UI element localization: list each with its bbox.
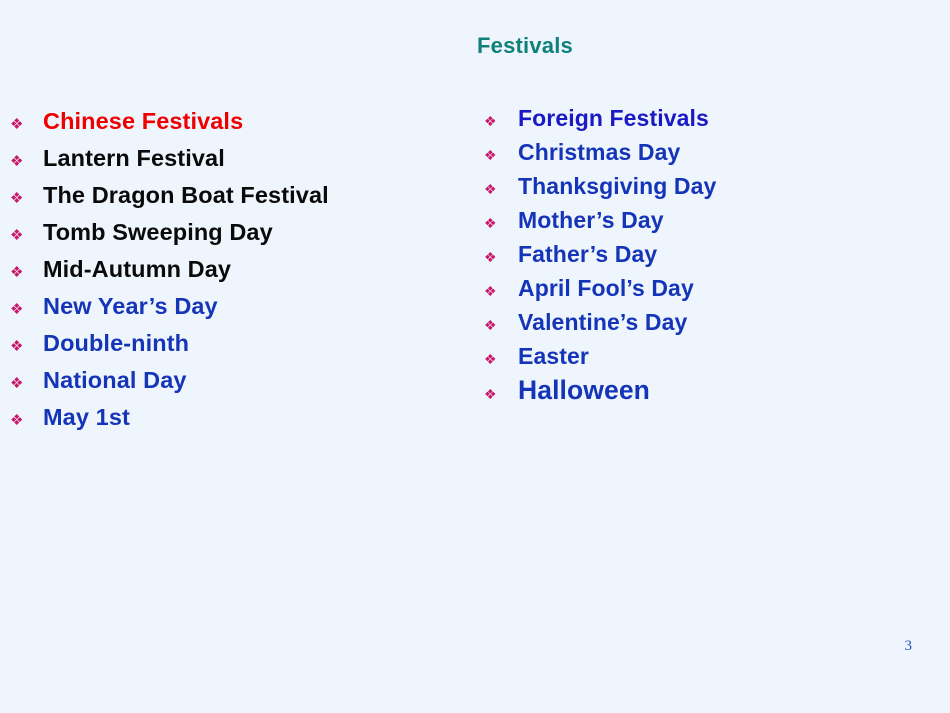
list-item-label: Chinese Festivals [43,108,244,134]
list-item-label: Mother’s Day [518,207,664,233]
diamond-bullet-icon: ❖ [10,375,24,392]
list-item-label: Foreign Festivals [518,105,709,131]
list-item: ❖ Foreign Festivals [484,105,924,139]
diamond-bullet-icon: ❖ [10,153,24,170]
list-item: ❖ Mother’s Day [484,207,924,241]
list-item-label: April Fool’s Day [518,275,694,301]
list-item: ❖ Father’s Day [484,241,924,275]
diamond-bullet-icon: ❖ [10,264,24,281]
list-item: ❖ May 1st [10,404,460,441]
list-item-label: Halloween [518,375,650,405]
list-item-label: Lantern Festival [43,145,225,171]
list-item: ❖ April Fool’s Day [484,275,924,309]
list-item-label: May 1st [43,404,130,430]
chinese-festivals-list: ❖ Chinese Festivals ❖ Lantern Festival ❖ The … [10,108,460,441]
list-item: ❖ New Year’s Day [10,293,460,330]
list-item: ❖ Easter [484,343,924,377]
list-item: ❖ Tomb Sweeping Day [10,219,460,256]
list-item: ❖ Valentine’s Day [484,309,924,343]
list-item-label: Christmas Day [518,139,681,165]
list-item: ❖ National Day [10,367,460,404]
diamond-bullet-icon: ❖ [484,147,497,163]
diamond-bullet-icon: ❖ [484,317,497,333]
list-item: ❖ Double-ninth [10,330,460,367]
diamond-bullet-icon: ❖ [10,116,24,133]
diamond-bullet-icon: ❖ [10,338,24,355]
list-item-label: Mid-Autumn Day [43,256,232,282]
diamond-bullet-icon: ❖ [484,181,497,197]
diamond-bullet-icon: ❖ [484,283,497,299]
list-item-label: The Dragon Boat Festival [43,182,329,208]
list-item: ❖ Lantern Festival [10,145,460,182]
diamond-bullet-icon: ❖ [10,412,24,429]
diamond-bullet-icon: ❖ [484,249,497,265]
list-item: ❖ The Dragon Boat Festival [10,182,460,219]
page-title: Festivals [477,33,573,58]
list-item: ❖ Halloween [484,377,924,411]
list-item-label: Father’s Day [518,241,658,267]
slide-canvas: Festivals ❖ Chinese Festivals ❖ Lantern Fes… [0,0,950,713]
diamond-bullet-icon: ❖ [484,113,497,129]
diamond-bullet-icon: ❖ [484,351,497,367]
list-item: ❖ Mid-Autumn Day [10,256,460,293]
list-item-label: Easter [518,343,589,369]
list-item-label: Thanksgiving Day [518,173,717,199]
list-item-label: Valentine’s Day [518,309,688,335]
page-number: 3 [904,638,913,654]
list-item-label: Double-ninth [43,330,190,356]
diamond-bullet-icon: ❖ [484,215,497,231]
list-item: ❖ Christmas Day [484,139,924,173]
diamond-bullet-icon: ❖ [10,190,24,207]
list-item: ❖ Chinese Festivals [10,108,460,145]
diamond-bullet-icon: ❖ [10,227,24,244]
list-item-label: National Day [43,367,187,393]
list-item-label: Tomb Sweeping Day [43,219,273,245]
diamond-bullet-icon: ❖ [484,386,497,402]
diamond-bullet-icon: ❖ [10,301,24,318]
foreign-festivals-list: ❖ Foreign Festivals ❖ Christmas Day ❖ Thanksg… [484,105,924,411]
list-item: ❖ Thanksgiving Day [484,173,924,207]
list-item-label: New Year’s Day [43,293,218,319]
